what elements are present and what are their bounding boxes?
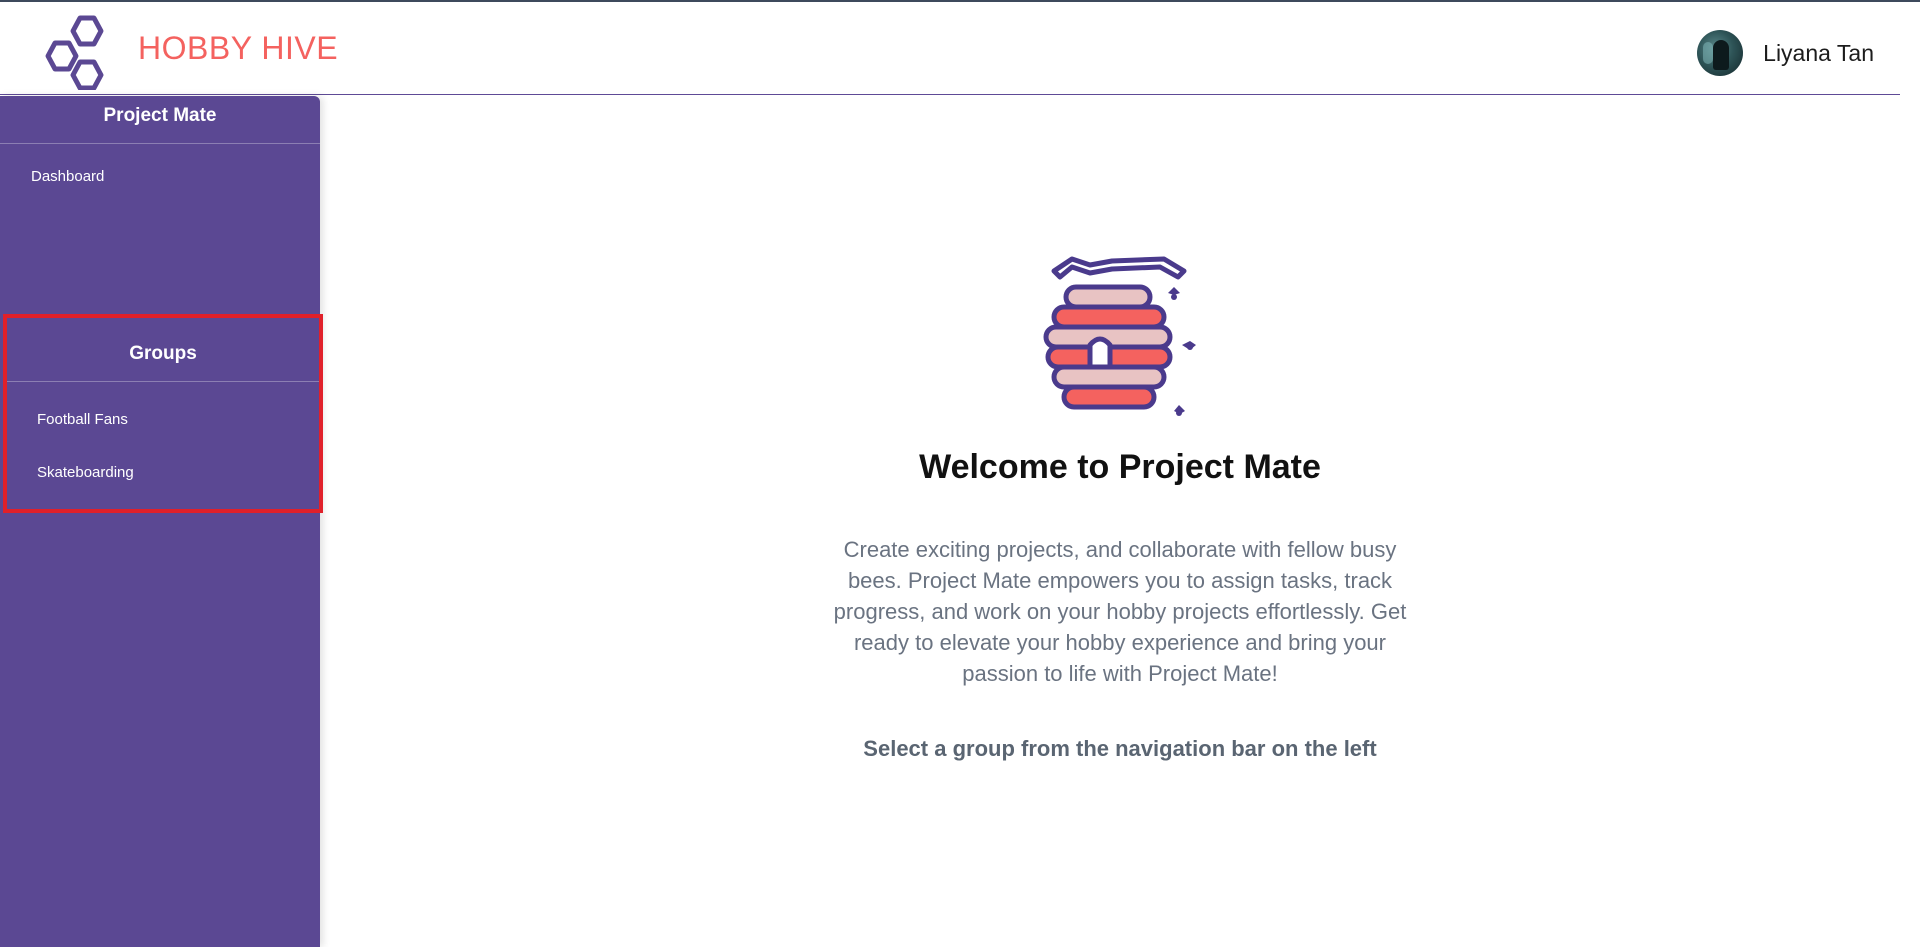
welcome-description: Create exciting projects, and collaborat…: [833, 537, 1407, 686]
main-content: Welcome to Project Mate Create exciting …: [320, 96, 1920, 947]
top-header: HOBBY HIVE Liyana Tan: [0, 2, 1900, 95]
avatar-highlight: [1703, 42, 1714, 64]
avatar-figure: [1713, 40, 1730, 70]
user-profile[interactable]: Liyana Tan: [1697, 30, 1874, 76]
welcome-title: Welcome to Project Mate: [919, 448, 1321, 486]
user-avatar[interactable]: [1697, 30, 1744, 76]
groups-section: Groups Football Fans Skateboarding: [3, 314, 323, 513]
sidebar: Project Mate Dashboard Groups Football F…: [0, 96, 323, 947]
sidebar-item-football-fans[interactable]: Football Fans: [37, 411, 128, 428]
sidebar-item-dashboard[interactable]: Dashboard: [31, 168, 104, 185]
groups-heading: Groups: [129, 343, 197, 364]
user-name[interactable]: Liyana Tan: [1763, 40, 1874, 67]
sidebar-title: Project Mate: [103, 105, 217, 126]
groups-divider: [7, 381, 319, 382]
sidebar-item-skateboarding[interactable]: Skateboarding: [37, 464, 134, 481]
honeycomb-icon[interactable]: [44, 14, 120, 90]
beehive-icon: [1043, 256, 1196, 416]
sidebar-divider: [0, 143, 320, 144]
select-group-hint: Select a group from the navigation bar o…: [863, 736, 1377, 761]
brand-title[interactable]: HOBBY HIVE: [138, 30, 338, 67]
